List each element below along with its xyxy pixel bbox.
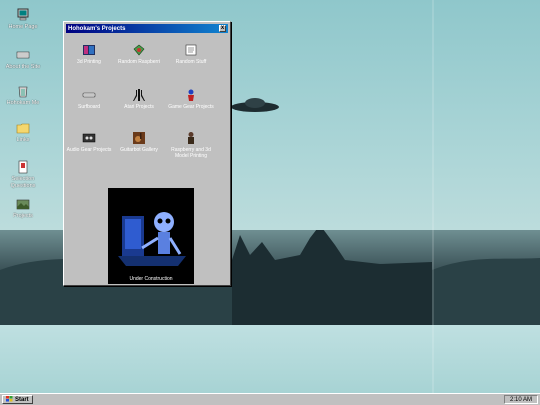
- clock-text: 2:10 AM: [509, 396, 532, 403]
- project-item-guitarbot[interactable]: Guitarbot Gallery: [115, 131, 163, 153]
- project-item-label: Audio Gear Projects: [66, 147, 112, 153]
- project-item-label: Raspberry and 3d Model Printing: [171, 147, 211, 159]
- project-item-label: Random Stuff: [175, 59, 207, 65]
- guitar-icon: [132, 131, 146, 145]
- skeleton-robot-image: [108, 188, 194, 284]
- window-title: Hohokam's Projects: [68, 25, 126, 32]
- keyboard-icon: [16, 48, 30, 62]
- taskbar: Start 2:10 AM: [0, 393, 540, 405]
- cassette-icon: [82, 131, 96, 145]
- gamegear-icon: [184, 88, 198, 102]
- window-body: 3d Printing Random Raspberri Random Stuf…: [65, 35, 227, 284]
- atari-icon: [132, 88, 146, 102]
- 3d-printing-icon: [82, 43, 96, 57]
- desktop-icon-about[interactable]: About the Site: [1, 48, 45, 71]
- desktop-icon-label: Projects: [13, 213, 33, 219]
- desktop-icon-label: Links: [16, 137, 30, 143]
- project-item-label: Atari Projects: [124, 104, 154, 110]
- desktop-icon-links[interactable]: Links: [1, 121, 45, 144]
- desktop-icon-label: Home Page: [8, 24, 38, 30]
- figure-icon: [184, 131, 198, 145]
- desktop-icon-projects[interactable]: Projects: [1, 197, 45, 220]
- project-item-raspberry-3d-model[interactable]: Raspberry and 3d Model Printing: [167, 131, 215, 159]
- computer-icon: [16, 8, 30, 22]
- project-item-random-raspberri[interactable]: Random Raspberri: [115, 43, 163, 65]
- window-titlebar[interactable]: Hohokam's Projects x: [66, 24, 228, 33]
- project-item-3d-printing[interactable]: 3d Printing: [65, 43, 113, 65]
- project-item-label: Guitarbot Gallery: [120, 147, 158, 153]
- project-item-label: 3d Printing: [77, 59, 101, 65]
- under-construction-image: Under Construction: [108, 188, 194, 284]
- project-item-label: Random Raspberri: [118, 59, 160, 65]
- wallpaper-ground: [0, 325, 540, 393]
- desktop-icon-label: About the Site: [5, 64, 41, 70]
- project-item-atari-projects[interactable]: Atari Projects: [115, 88, 163, 110]
- ufo-shape: [231, 98, 279, 112]
- project-item-label: Surfboard: [78, 104, 100, 110]
- start-label: Start: [15, 396, 29, 403]
- desktop-icon-hohokam-me[interactable]: Hohokam Me: [1, 84, 45, 107]
- raspberry-icon: [132, 43, 146, 57]
- desktop-icon-label: Selection Questions: [10, 176, 36, 189]
- photo-caption: Under Construction: [129, 276, 173, 282]
- system-tray-clock[interactable]: 2:10 AM: [503, 395, 538, 404]
- project-item-game-gear[interactable]: Game Gear Projects: [167, 88, 215, 110]
- folder-icon: [16, 121, 30, 135]
- start-button[interactable]: Start: [2, 395, 33, 404]
- project-item-surfboard[interactable]: Surfboard: [65, 88, 113, 110]
- desktop-icon-selection-questions[interactable]: Selection Questions: [1, 160, 45, 190]
- close-button[interactable]: x: [219, 25, 226, 32]
- desktop-icon-label: Hohokam Me: [6, 100, 40, 106]
- desktop-icon-home-page[interactable]: Home Page: [1, 8, 45, 31]
- surfboard-icon: [82, 88, 96, 102]
- notepad-icon: [184, 43, 198, 57]
- project-item-random-stuff[interactable]: Random Stuff: [167, 43, 215, 65]
- document-icon: [16, 160, 30, 174]
- windows-logo-icon: [6, 395, 13, 404]
- project-item-label: Game Gear Projects: [168, 104, 214, 110]
- project-item-audio-gear[interactable]: Audio Gear Projects: [65, 131, 113, 153]
- projects-window: Hohokam's Projects x 3d Printing Random …: [63, 21, 231, 286]
- photo-icon: [16, 197, 30, 211]
- wallpaper-tile-seam: [432, 0, 434, 393]
- recycle-icon: [16, 84, 30, 98]
